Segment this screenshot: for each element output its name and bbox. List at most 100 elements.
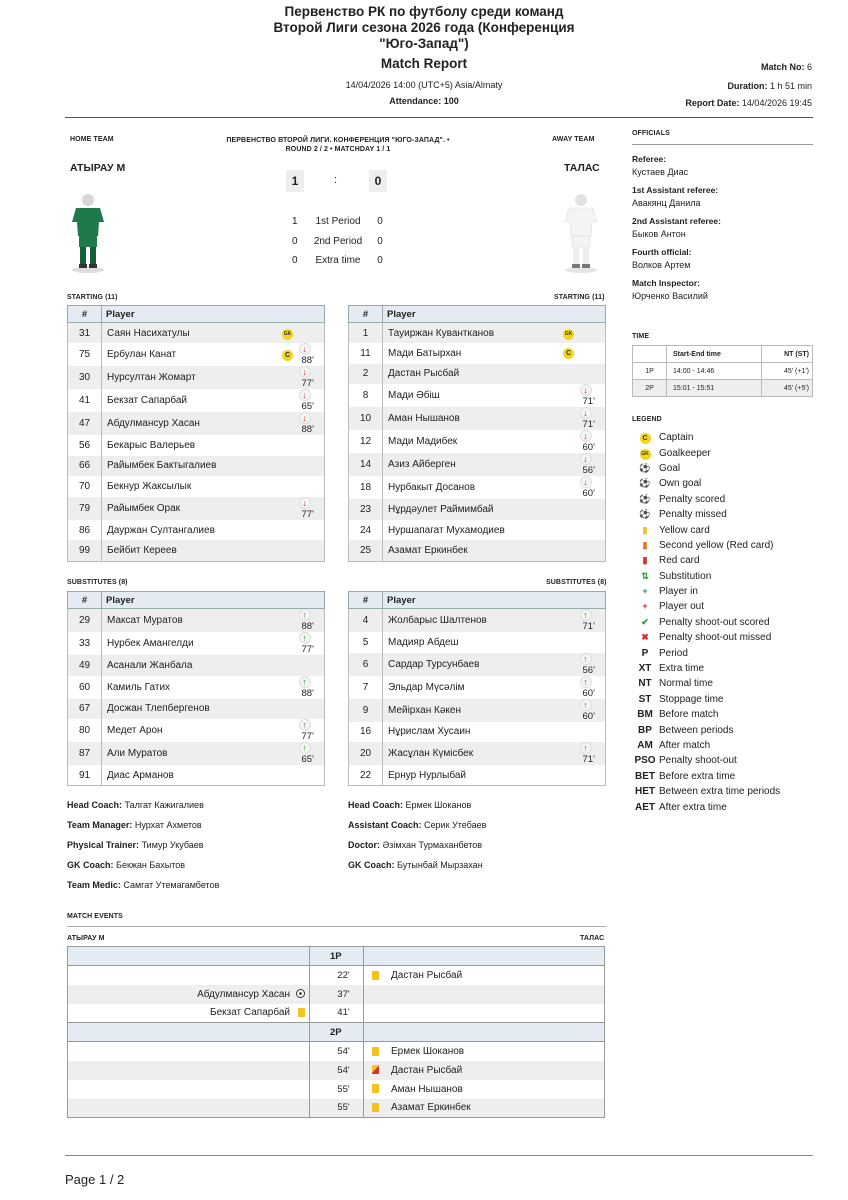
player-number: 49 <box>67 655 102 676</box>
away-event-player: Азамат Еркинбек <box>391 1102 471 1114</box>
goalkeeper-icon: GK <box>563 328 574 340</box>
player-icons <box>277 476 299 497</box>
player-row: 20 Жасұлан Күмісбек ↑71' <box>348 742 606 766</box>
player-icons: GK <box>557 322 580 344</box>
player-icons <box>557 765 580 787</box>
away-event-player: Ермек Шоканов <box>391 1045 465 1057</box>
sub-minute <box>579 499 606 520</box>
official-role: Fourth official: <box>632 247 692 257</box>
player-number: 47 <box>67 412 102 436</box>
player-row: 18 Нурбакыт Досанов ↓60' <box>348 476 606 500</box>
player-number: 79 <box>67 496 102 520</box>
player-icons <box>276 608 299 632</box>
player-name: Нурбакыт Досанов <box>388 482 476 494</box>
sub-minute: ↑60' <box>579 698 606 722</box>
player-number: 29 <box>67 608 102 632</box>
away-event-player: Дастан Рысбай <box>391 1064 463 1076</box>
player-number: 10 <box>348 407 383 431</box>
table-header: # Player <box>348 305 606 323</box>
player-icons <box>557 499 580 520</box>
legend-abbrev: P <box>641 647 649 659</box>
legend-glyph: + <box>642 586 648 597</box>
away-score: 0 <box>369 170 387 192</box>
minute-text: 60' <box>582 710 595 722</box>
legend-label: Second yellow (Red card) <box>659 539 774 551</box>
legend-abbrev: BP <box>638 724 652 736</box>
sub-minute: ↓77' <box>298 366 325 390</box>
player-name: Райымбек Бактыгалиев <box>101 455 277 477</box>
home-staff: Head Coach: Талгат Кажигалиев Team Manage… <box>67 800 337 900</box>
player-row: 30 Нурсултан Жомарт ↓77' <box>67 366 325 390</box>
events-divider <box>67 926 606 927</box>
minute-text: 88' <box>301 355 314 367</box>
player-icons <box>558 430 580 453</box>
time-row: 2P 15:01 - 15:51 45' (+5') <box>632 379 813 397</box>
player-name: Камиль Гатих <box>107 681 171 693</box>
staff-name: Әзімхан Турмаханбетов <box>382 840 483 850</box>
home-event: Абдулмансур Хасан <box>67 984 310 1004</box>
minute-text: 77' <box>301 731 314 743</box>
player-icons: C <box>277 343 299 366</box>
player-number: 87 <box>67 742 102 766</box>
table-header: # Player <box>67 305 325 323</box>
player-in-icon: + <box>632 586 658 597</box>
substitution-icon: ⇅ <box>632 571 658 582</box>
player-out-icon: ↓ <box>579 453 592 466</box>
player-number: 20 <box>348 742 383 766</box>
official-name: Юрченко Василий <box>632 291 708 301</box>
period-home-score: 1 <box>292 216 298 228</box>
col-player: Player <box>101 305 325 323</box>
sub-minute: ↑88' <box>298 675 325 699</box>
event-row: 22' Дастан Рысбай <box>67 965 605 985</box>
player-number: 99 <box>67 540 102 562</box>
player-row: 6 Сардар Турсунбаев ↑56' <box>348 652 606 676</box>
legend-label: Before extra time <box>659 770 736 782</box>
player-row: 33 Нурбек Амангелди ↑77' <box>67 632 325 655</box>
player-row: 66 Райымбек Бактыгалиев <box>67 455 325 477</box>
legend-label: Normal time <box>659 678 713 690</box>
legend-label: Before match <box>659 709 719 721</box>
player-row: 91 Диас Арманов <box>67 765 325 787</box>
period-scores: 1 1st Period 0 0 2nd Period 0 0 Extra time 0 <box>284 212 394 271</box>
minute-text: 60' <box>582 488 595 500</box>
legend-badge: C <box>639 432 651 444</box>
period-header-row: 2P <box>67 1022 605 1042</box>
legend-glyph: ▮ <box>642 539 648 550</box>
time-nt: 45' (+1') <box>761 362 813 380</box>
captain-icon: C <box>563 348 574 360</box>
home-event <box>67 1098 310 1118</box>
table-header: # Player <box>348 591 606 609</box>
away-starting-label: STARTING (11) <box>554 294 605 301</box>
period-away-score: 0 <box>377 216 383 228</box>
home-subs-table: # Player 29 Максат Муратов ↑88' 33 Нурбек Аман… <box>67 591 325 787</box>
report-date: Report Date: 14/04/2026 19:45 <box>685 98 812 108</box>
col-number: # <box>67 591 102 609</box>
player-name: Али Муратов <box>101 742 277 766</box>
player-row: 7 Эльдар Мүсәлім ↑60' <box>348 675 606 699</box>
legend-glyph: ⚽ <box>639 462 651 473</box>
period-home-score: 0 <box>292 235 298 247</box>
time-range: 15:01 - 15:51 <box>665 379 763 397</box>
player-row: 8 Мади Әбіш ↓71' <box>348 384 606 408</box>
minute-text: 88' <box>301 621 314 632</box>
minute-text: 65' <box>301 401 314 413</box>
official-role: Referee: <box>632 154 667 164</box>
sub-minute: ↓71' <box>579 384 606 408</box>
legend-item: BP Between periods <box>632 722 822 737</box>
legend-item: GK Goalkeeper <box>632 445 822 460</box>
player-number: 1 <box>348 322 383 344</box>
player-row: 56 Бекарыс Валерьев <box>67 435 325 456</box>
sub-minute: ↑77' <box>298 632 325 655</box>
player-name: Мади Батырхан <box>388 347 462 359</box>
player-icons <box>557 363 580 385</box>
player-name: Ернур Нурлыбай <box>382 765 558 787</box>
player-row: 14 Азиз Айберген ↓56' <box>348 453 606 477</box>
player-number: 5 <box>348 632 383 653</box>
legend-abbrev: ST <box>638 693 652 705</box>
player-name: Мадияр Абдеш <box>388 636 459 648</box>
player-number: 33 <box>67 632 102 655</box>
time-col-period <box>632 345 667 363</box>
away-event-player: Аман Нышанов <box>391 1083 463 1095</box>
legend-item: + Player in <box>632 584 822 599</box>
legend-label: Penalty shoot-out scored <box>659 616 770 628</box>
